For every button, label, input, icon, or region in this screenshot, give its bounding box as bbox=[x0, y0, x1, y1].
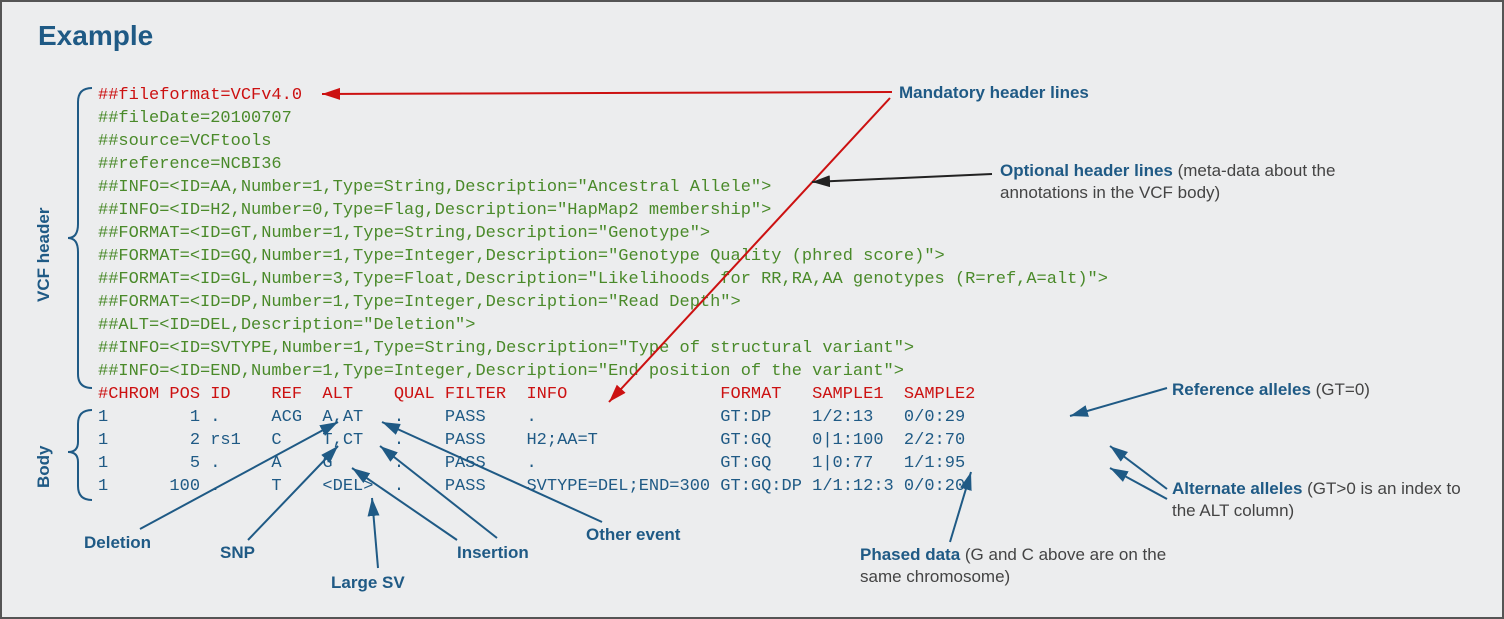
anno-phased: Phased data (G and C above are on the sa… bbox=[860, 544, 1180, 588]
data-row-4: 1 100 . T <DEL> . PASS SVTYPE=DEL;END=30… bbox=[98, 477, 965, 496]
vcf-code: ##fileformat=VCFv4.0 ##fileDate=20100707… bbox=[98, 84, 1108, 498]
hdr-alt-del: ##ALT=<ID=DEL,Description="Deletion"> bbox=[98, 316, 475, 335]
hdr-fileformat: ##fileformat=VCFv4.0 bbox=[98, 86, 302, 105]
hdr-reference: ##reference=NCBI36 bbox=[98, 155, 282, 174]
data-row-1: 1 1 . ACG A,AT . PASS . GT:DP 1/2:13 0/0… bbox=[98, 408, 965, 427]
anno-insertion: Insertion bbox=[457, 542, 529, 564]
hdr-format-gl: ##FORMAT=<ID=GL,Number=3,Type=Float,Desc… bbox=[98, 270, 1108, 289]
anno-mandatory: Mandatory header lines bbox=[899, 82, 1089, 104]
hdr-source: ##source=VCFtools bbox=[98, 132, 271, 151]
vcf-example-figure: Example VCF header Body ##fileformat=VCF… bbox=[0, 0, 1504, 619]
hdr-info-h2: ##INFO=<ID=H2,Number=0,Type=Flag,Descrip… bbox=[98, 201, 771, 220]
hdr-info-aa: ##INFO=<ID=AA,Number=1,Type=String,Descr… bbox=[98, 178, 771, 197]
column-header-row: #CHROM POS ID REF ALT QUAL FILTER INFO F… bbox=[98, 385, 975, 404]
anno-other: Other event bbox=[586, 524, 680, 546]
hdr-format-dp: ##FORMAT=<ID=DP,Number=1,Type=Integer,De… bbox=[98, 293, 741, 312]
data-row-3: 1 5 . A G . PASS . GT:GQ 1|0:77 1/1:95 bbox=[98, 454, 965, 473]
anno-deletion: Deletion bbox=[84, 532, 151, 554]
data-row-2: 1 2 rs1 C T,CT . PASS H2;AA=T GT:GQ 0|1:… bbox=[98, 431, 965, 450]
vcf-header-label: VCF header bbox=[34, 208, 54, 302]
anno-alternate: Alternate alleles (GT>0 is an index to t… bbox=[1172, 478, 1482, 522]
hdr-format-gq: ##FORMAT=<ID=GQ,Number=1,Type=Integer,De… bbox=[98, 247, 945, 266]
anno-optional: Optional header lines (meta-data about t… bbox=[1000, 160, 1400, 204]
anno-largesv: Large SV bbox=[331, 572, 405, 594]
body-label: Body bbox=[34, 446, 54, 489]
hdr-format-gt: ##FORMAT=<ID=GT,Number=1,Type=String,Des… bbox=[98, 224, 710, 243]
anno-snp: SNP bbox=[220, 542, 255, 564]
anno-reference: Reference alleles (GT=0) bbox=[1172, 379, 1370, 401]
hdr-info-svtype: ##INFO=<ID=SVTYPE,Number=1,Type=String,D… bbox=[98, 339, 914, 358]
hdr-filedate: ##fileDate=20100707 bbox=[98, 109, 292, 128]
hdr-info-end: ##INFO=<ID=END,Number=1,Type=Integer,Des… bbox=[98, 362, 904, 381]
figure-title: Example bbox=[38, 20, 153, 52]
